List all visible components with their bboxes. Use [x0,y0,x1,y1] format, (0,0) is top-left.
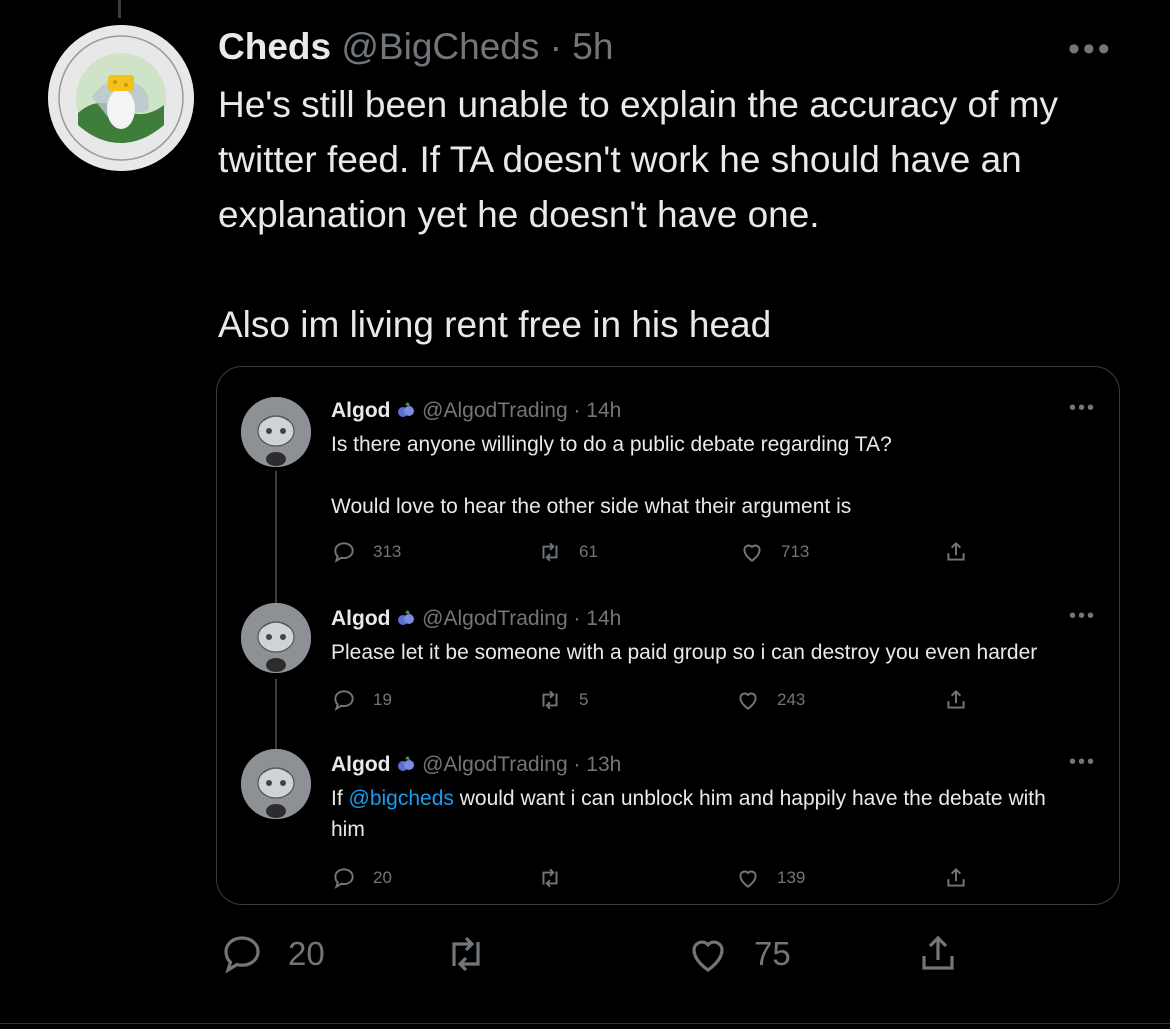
reply-paragraph: If @bigcheds would want i can unblock hi… [331,783,1071,845]
retweet-icon [542,868,558,888]
tweet-text: He's still been unable to explain the ac… [218,77,1138,352]
reply-count: 313 [373,542,402,561]
thread-line [275,471,277,603]
reply-header: Algod @AlgodTrading · 13h [331,753,621,777]
algod-avatar[interactable] [241,397,311,467]
reply-button[interactable]: 20 [218,930,325,978]
reply-actions: 19 5 243 [331,687,991,715]
reply-button[interactable]: 19 [331,687,392,713]
robot-avatar-icon [241,749,311,819]
thread-line [275,679,277,749]
retweet-button[interactable]: 5 [537,687,588,713]
reply-button[interactable]: 20 [331,865,392,891]
reply-author-handle[interactable]: @AlgodTrading [422,753,567,776]
share-icon [922,935,954,970]
reply-author-name[interactable]: Algod [331,753,390,776]
blueberry-emoji-icon [398,610,415,625]
reply-actions: 20 139 [331,865,991,893]
more-options-icon[interactable]: ••• [1069,751,1096,774]
comment-icon [224,936,260,974]
retweet-count: 61 [579,542,598,561]
retweet-icon [542,542,558,562]
thread-connector [118,0,121,18]
retweet-button[interactable] [537,865,579,891]
tweet-time[interactable]: 5h [572,26,613,67]
more-options-icon[interactable]: ••• [1068,30,1113,69]
tweet-paragraph: Also im living rent free in his head [218,304,772,345]
comment-icon [334,542,354,563]
robot-avatar-icon [241,603,311,673]
divider [0,1023,1170,1024]
comment-icon [334,690,354,711]
reply-text: Is there anyone willingly to do a public… [331,429,1101,522]
retweet-button[interactable] [442,930,512,978]
separator: · [567,753,587,776]
reply-time[interactable]: 14h [586,399,621,422]
share-button[interactable] [943,865,969,891]
author-handle[interactable]: @BigCheds [341,26,539,67]
tweet-header: Cheds @BigCheds · 5h [218,24,613,70]
reply-paragraph: Please let it be someone with a paid gro… [331,641,1038,664]
reply-paragraph: Would love to hear the other side what t… [331,495,852,518]
author-name[interactable]: Cheds [218,26,331,67]
like-count: 243 [777,690,806,709]
reply-header: Algod @AlgodTrading · 14h [331,607,621,631]
like-button[interactable]: 243 [735,687,805,713]
like-count: 713 [781,542,810,561]
share-button[interactable] [943,539,969,565]
reply-author-handle[interactable]: @AlgodTrading [422,399,567,422]
like-button[interactable]: 75 [684,930,791,978]
reply-text: If @bigcheds would want i can unblock hi… [331,783,1071,845]
retweet-icon [452,936,480,972]
share-icon [947,541,965,561]
big-cheds-logo [48,25,194,171]
reply-count: 20 [373,868,392,887]
reply-text-pre: If [331,787,349,810]
heart-icon [739,692,757,710]
mention-link[interactable]: @bigcheds [349,787,454,810]
more-options-icon[interactable]: ••• [1069,605,1096,628]
reply-count: 20 [288,935,325,972]
algod-avatar[interactable] [241,603,311,673]
reply-count: 19 [373,690,392,709]
reply-time[interactable]: 14h [586,607,621,630]
like-button[interactable]: 139 [735,865,805,891]
share-button[interactable] [943,687,969,713]
separator: · [567,607,587,630]
share-icon [947,867,965,887]
tweet-actions: 20 75 [218,930,978,980]
share-button[interactable] [914,930,962,978]
heart-icon [743,544,761,562]
heart-icon [739,870,757,888]
comment-icon [334,868,354,889]
like-button[interactable]: 713 [739,539,809,565]
reply-paragraph: Is there anyone willingly to do a public… [331,433,892,456]
reply-author-handle[interactable]: @AlgodTrading [422,607,567,630]
reply-text: Please let it be someone with a paid gro… [331,637,1111,668]
reply-author-name[interactable]: Algod [331,607,390,630]
reply-actions: 313 61 713 [331,539,991,567]
heart-icon [692,940,724,972]
more-options-icon[interactable]: ••• [1069,397,1096,420]
quoted-thread-card[interactable]: Algod @AlgodTrading · 14h ••• Is there a… [216,366,1120,905]
retweet-button[interactable]: 61 [537,539,598,565]
share-icon [947,689,965,709]
like-count: 139 [777,868,806,887]
reply-button[interactable]: 313 [331,539,401,565]
retweet-icon [542,690,558,710]
blueberry-emoji-icon [398,756,415,771]
separator: · [567,399,587,422]
blueberry-emoji-icon [398,402,415,417]
robot-avatar-icon [241,397,311,467]
reply-author-name[interactable]: Algod [331,399,390,422]
reply-time[interactable]: 13h [586,753,621,776]
retweet-count: 5 [579,690,589,709]
like-count: 75 [754,935,791,972]
separator: · [539,26,573,67]
algod-avatar[interactable] [241,749,311,819]
reply-header: Algod @AlgodTrading · 14h [331,399,621,423]
author-avatar[interactable] [48,25,194,171]
tweet-paragraph: He's still been unable to explain the ac… [218,84,1059,235]
